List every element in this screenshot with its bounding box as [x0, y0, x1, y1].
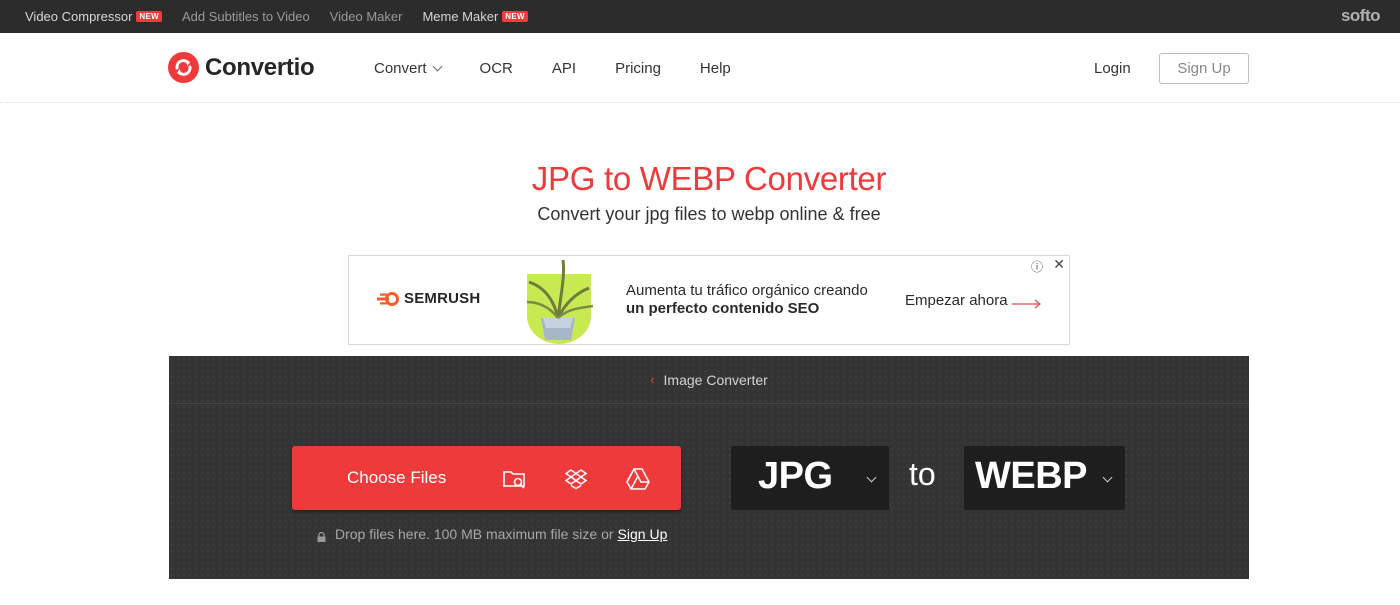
ad-cta-label: Empezar ahora: [905, 292, 1008, 309]
chevron-left-icon: ‹: [650, 372, 655, 387]
semrush-brand: SEMRUSH: [404, 290, 481, 307]
top-link-label: Add Subtitles to Video: [182, 9, 310, 24]
nav-item-label: Pricing: [615, 59, 661, 77]
folder-search-icon[interactable]: [502, 466, 528, 492]
logo-text: Convertio: [205, 53, 315, 81]
ad-info-icon[interactable]: ⓘ: [1031, 258, 1043, 275]
nav-item-pricing[interactable]: Pricing: [615, 60, 661, 77]
softo-logo[interactable]: softo: [1341, 6, 1381, 26]
plant-illustration: [523, 256, 601, 344]
main-nav: Convertio Convert OCR API Pricing Help L…: [0, 33, 1400, 103]
from-format-value: JPG: [758, 455, 833, 497]
top-link-meme-maker[interactable]: Meme Maker NEW: [422, 9, 528, 24]
nav-item-label: OCR: [479, 59, 513, 77]
nav-menu: Convert OCR API Pricing Help: [374, 33, 770, 103]
nav-item-help[interactable]: Help: [700, 60, 731, 77]
from-format-select[interactable]: JPG: [731, 446, 889, 510]
dropbox-icon[interactable]: [563, 466, 589, 492]
semrush-logo: SEMRUSH: [377, 290, 480, 307]
top-link-label: Meme Maker: [422, 9, 499, 24]
top-link-video-maker[interactable]: Video Maker: [330, 9, 403, 24]
chevron-down-icon: [866, 472, 877, 483]
to-label: to: [909, 456, 936, 492]
page-subtitle: Convert your jpg files to webp online & …: [537, 204, 881, 224]
top-links: Video Compressor NEW Add Subtitles to Vi…: [25, 0, 548, 33]
new-badge: NEW: [502, 11, 528, 22]
lock-icon: [317, 529, 326, 542]
choose-files-label: Choose Files: [347, 468, 447, 487]
chevron-down-icon: [1102, 472, 1113, 483]
nav-item-label: Help: [699, 59, 731, 77]
nav-item-label: Convert: [374, 59, 427, 77]
breadcrumb[interactable]: ‹ Image Converter: [169, 356, 1249, 404]
top-bar: Video Compressor NEW Add Subtitles to Vi…: [0, 0, 1400, 33]
nav-item-label: API: [551, 59, 577, 77]
chevron-down-icon: [432, 61, 442, 71]
ad-close-icon[interactable]: ✕: [1053, 256, 1065, 273]
ad-line-2: un perfecto contenido SEO: [626, 300, 820, 317]
breadcrumb-label: Image Converter: [663, 371, 768, 388]
ad-line-1: Aumenta tu tráfico orgánico creando: [626, 282, 868, 299]
nav-item-api[interactable]: API: [552, 60, 576, 77]
drop-hint-text: Drop files here. 100 MB maximum file siz…: [335, 526, 614, 542]
to-format-select[interactable]: WEBP: [964, 446, 1125, 510]
convertio-logo-icon: [168, 52, 199, 83]
top-link-label: Video Compressor: [25, 9, 133, 24]
nav-item-ocr[interactable]: OCR: [480, 60, 513, 77]
top-link-video-compressor[interactable]: Video Compressor NEW: [25, 9, 162, 24]
nav-item-convert[interactable]: Convert: [374, 59, 442, 77]
page-title: JPG to WEBP Converter: [531, 160, 887, 197]
new-badge: NEW: [136, 11, 162, 22]
top-link-add-subtitles[interactable]: Add Subtitles to Video: [182, 9, 310, 24]
drop-hint: Drop files here. 100 MB maximum file siz…: [317, 526, 667, 542]
hint-sign-up-link[interactable]: Sign Up: [618, 526, 668, 542]
sign-up-button[interactable]: Sign Up: [1159, 53, 1249, 84]
to-format-value: WEBP: [975, 455, 1088, 497]
semrush-flame-icon: [377, 291, 399, 306]
ad-banner[interactable]: SEMRUSH Aumenta tu tráfico orgánico crea…: [348, 255, 1070, 345]
top-link-label: Video Maker: [329, 9, 403, 24]
google-drive-icon[interactable]: [625, 466, 651, 492]
convertio-logo[interactable]: Convertio: [168, 52, 315, 83]
ad-cta[interactable]: Empezar ahora: [905, 292, 1042, 309]
converter-panel: ‹ Image Converter Choose Files Drop file…: [169, 356, 1249, 579]
login-link[interactable]: Login: [1094, 60, 1131, 77]
arrow-right-icon: [1011, 296, 1042, 308]
choose-files-button[interactable]: Choose Files: [292, 446, 681, 510]
